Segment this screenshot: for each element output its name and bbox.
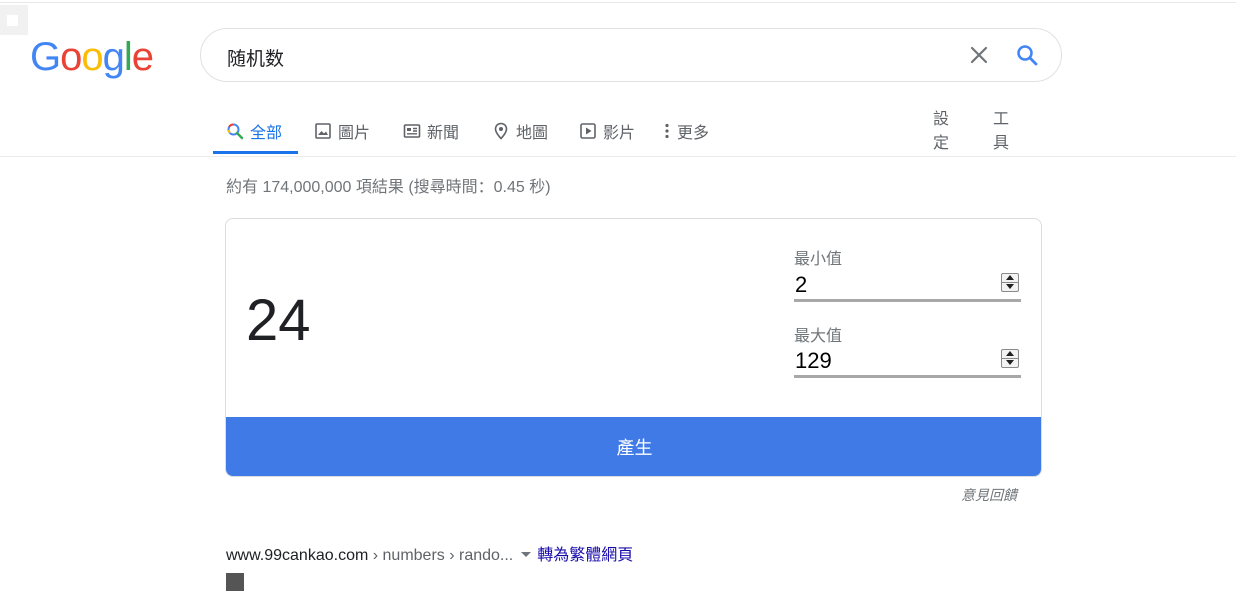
tab-maps[interactable]: 地圖 [492, 108, 548, 154]
logo-letter: l [123, 35, 133, 79]
min-value-input[interactable]: 2 [794, 268, 1021, 302]
tab-label: 全部 [250, 125, 283, 142]
image-icon [315, 123, 331, 139]
tab-videos[interactable]: 影片 [579, 108, 635, 154]
decrement-icon[interactable] [1002, 283, 1018, 291]
search-input[interactable]: 随机数 [227, 44, 284, 71]
result-citation: www.99cankao.com › numbers › rando... 轉為繁… [226, 541, 633, 565]
search-icon[interactable] [1015, 43, 1039, 67]
result-path: › numbers › rando... [368, 547, 514, 564]
result-stats: 約有 174,000,000 項結果 (搜尋時間：0.45 秒) [226, 179, 551, 196]
tab-label: 影片 [603, 125, 636, 142]
tools-link[interactable]: 工具 [993, 108, 1009, 152]
tab-news[interactable]: 新聞 [403, 108, 459, 154]
map-pin-icon [494, 122, 508, 140]
tab-more[interactable]: 更多 [663, 108, 709, 154]
tabs-divider [0, 156, 1236, 157]
tab-label: 圖片 [338, 125, 371, 142]
random-number-card: 24 最小值 2 最大值 129 產生 [225, 218, 1042, 477]
window-corner-icon [0, 5, 28, 35]
max-label: 最大值 [794, 328, 843, 345]
clear-icon[interactable] [967, 43, 991, 67]
search-icon [227, 123, 244, 140]
top-border [0, 2, 1236, 3]
max-value-input[interactable]: 129 [794, 344, 1021, 378]
tab-label: 更多 [677, 125, 710, 142]
tab-label: 新聞 [427, 125, 460, 142]
min-value: 2 [795, 272, 808, 297]
video-icon [580, 123, 596, 139]
logo-letter: e [131, 35, 154, 79]
more-vert-icon [665, 123, 669, 139]
google-logo[interactable]: Google [30, 33, 154, 81]
logo-letter: o [60, 35, 82, 79]
min-label: 最小值 [794, 251, 843, 268]
decrement-icon[interactable] [1002, 359, 1018, 367]
logo-letter: g [102, 35, 125, 79]
logo-letter: o [81, 35, 103, 79]
chevron-down-icon[interactable] [521, 552, 532, 558]
increment-icon[interactable] [1002, 350, 1018, 359]
generate-button[interactable]: 產生 [226, 417, 1041, 476]
result-domain[interactable]: www.99cankao.com [226, 547, 368, 564]
max-spinner[interactable] [1001, 349, 1019, 368]
settings-link[interactable]: 設定 [933, 108, 949, 152]
active-tab-indicator [213, 151, 298, 154]
translate-link[interactable]: 轉為繁體網頁 [537, 547, 633, 564]
favicon-icon [226, 573, 244, 592]
logo-letter: G [30, 35, 61, 79]
news-icon [403, 124, 421, 138]
feedback-link[interactable]: 意見回饋 [961, 485, 1017, 505]
max-value: 129 [795, 348, 832, 373]
search-box[interactable]: 随机数 [200, 28, 1062, 82]
increment-icon[interactable] [1002, 274, 1018, 283]
result-title-partial[interactable] [226, 568, 252, 594]
random-number-result: 24 [246, 288, 311, 353]
tab-label: 地圖 [516, 125, 549, 142]
tab-images[interactable]: 圖片 [314, 108, 370, 154]
min-spinner[interactable] [1001, 273, 1019, 292]
tab-all[interactable]: 全部 [226, 108, 282, 154]
